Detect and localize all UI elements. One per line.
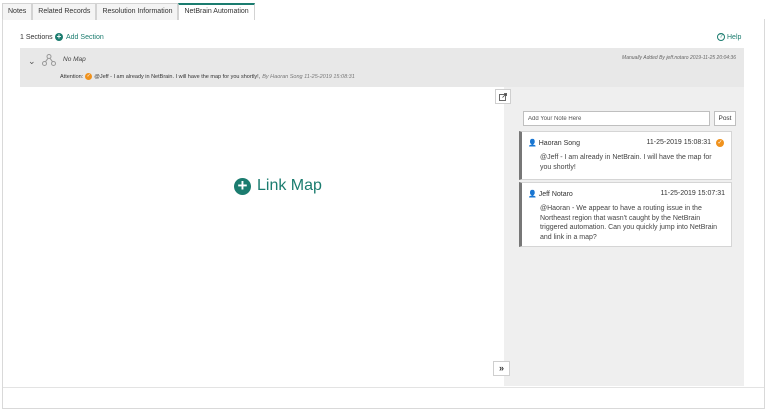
- note-timestamp: 11-25-2019 15:07:31: [660, 190, 725, 197]
- note-author-name: Haoran Song: [538, 139, 580, 147]
- link-map-button[interactable]: + Link Map: [234, 177, 322, 195]
- help-link[interactable]: ? Help: [717, 33, 741, 41]
- external-link-icon[interactable]: [495, 89, 511, 104]
- add-section-label: Add Section: [66, 33, 104, 41]
- user-icon: 👤: [528, 140, 537, 147]
- sections-count: 1 Sections: [20, 34, 53, 41]
- attention-text: @Jeff - I am already in NetBrain. I will…: [94, 73, 261, 80]
- attention-label: Attention:: [60, 73, 84, 80]
- tab-bar: Notes Related Records Resolution Informa…: [2, 3, 255, 20]
- attention-row: Attention: ✓ @Jeff - I am already in Net…: [60, 73, 355, 80]
- add-section-button[interactable]: + Add Section: [55, 33, 104, 41]
- note-card: 👤 Jeff Notaro 11-25-2019 15:07:31 @Haora…: [519, 182, 732, 247]
- alert-badge-icon: ✓: [85, 73, 93, 80]
- section-header: ⌄ No Map Manually Added By jeff.notaro 2…: [20, 48, 744, 87]
- link-map-label: Link Map: [257, 177, 322, 194]
- plus-circle-icon: +: [234, 177, 251, 195]
- divider: [3, 387, 764, 388]
- added-by-info: Manually Added By jeff.notaro 2019-11-25…: [622, 55, 736, 61]
- post-button[interactable]: Post: [714, 111, 736, 126]
- note-text: @Haoran - We appear to have a routing is…: [540, 205, 718, 241]
- tab-related-records[interactable]: Related Records: [32, 3, 97, 20]
- chevron-down-icon[interactable]: ⌄: [28, 56, 36, 67]
- tab-resolution-information[interactable]: Resolution Information: [96, 3, 179, 20]
- attention-by: By Haoran Song 11-25-2019 15:08:31: [262, 73, 355, 80]
- topology-icon: [42, 54, 56, 66]
- note-input[interactable]: [523, 111, 710, 126]
- help-icon: ?: [717, 33, 725, 41]
- section-title: No Map: [63, 56, 86, 63]
- note-author: 👤 Haoran Song: [528, 139, 580, 148]
- tab-netbrain-automation[interactable]: NetBrain Automation: [178, 3, 255, 20]
- user-icon: 👤: [528, 191, 537, 198]
- note-author-name: Jeff Notaro: [538, 190, 573, 198]
- tab-notes[interactable]: Notes: [2, 3, 33, 20]
- note-card: 👤 Haoran Song 11-25-2019 15:08:31 ✓ @Jef…: [519, 131, 732, 180]
- plus-circle-icon: +: [55, 32, 63, 41]
- help-label: Help: [727, 33, 742, 41]
- note-text: @Jeff - I am already in NetBrain. I will…: [540, 154, 712, 171]
- note-author: 👤 Jeff Notaro: [528, 190, 573, 199]
- double-chevron-right-icon[interactable]: »: [493, 361, 510, 376]
- note-timestamp: 11-25-2019 15:08:31: [646, 139, 711, 146]
- alert-badge-icon: ✓: [716, 139, 724, 147]
